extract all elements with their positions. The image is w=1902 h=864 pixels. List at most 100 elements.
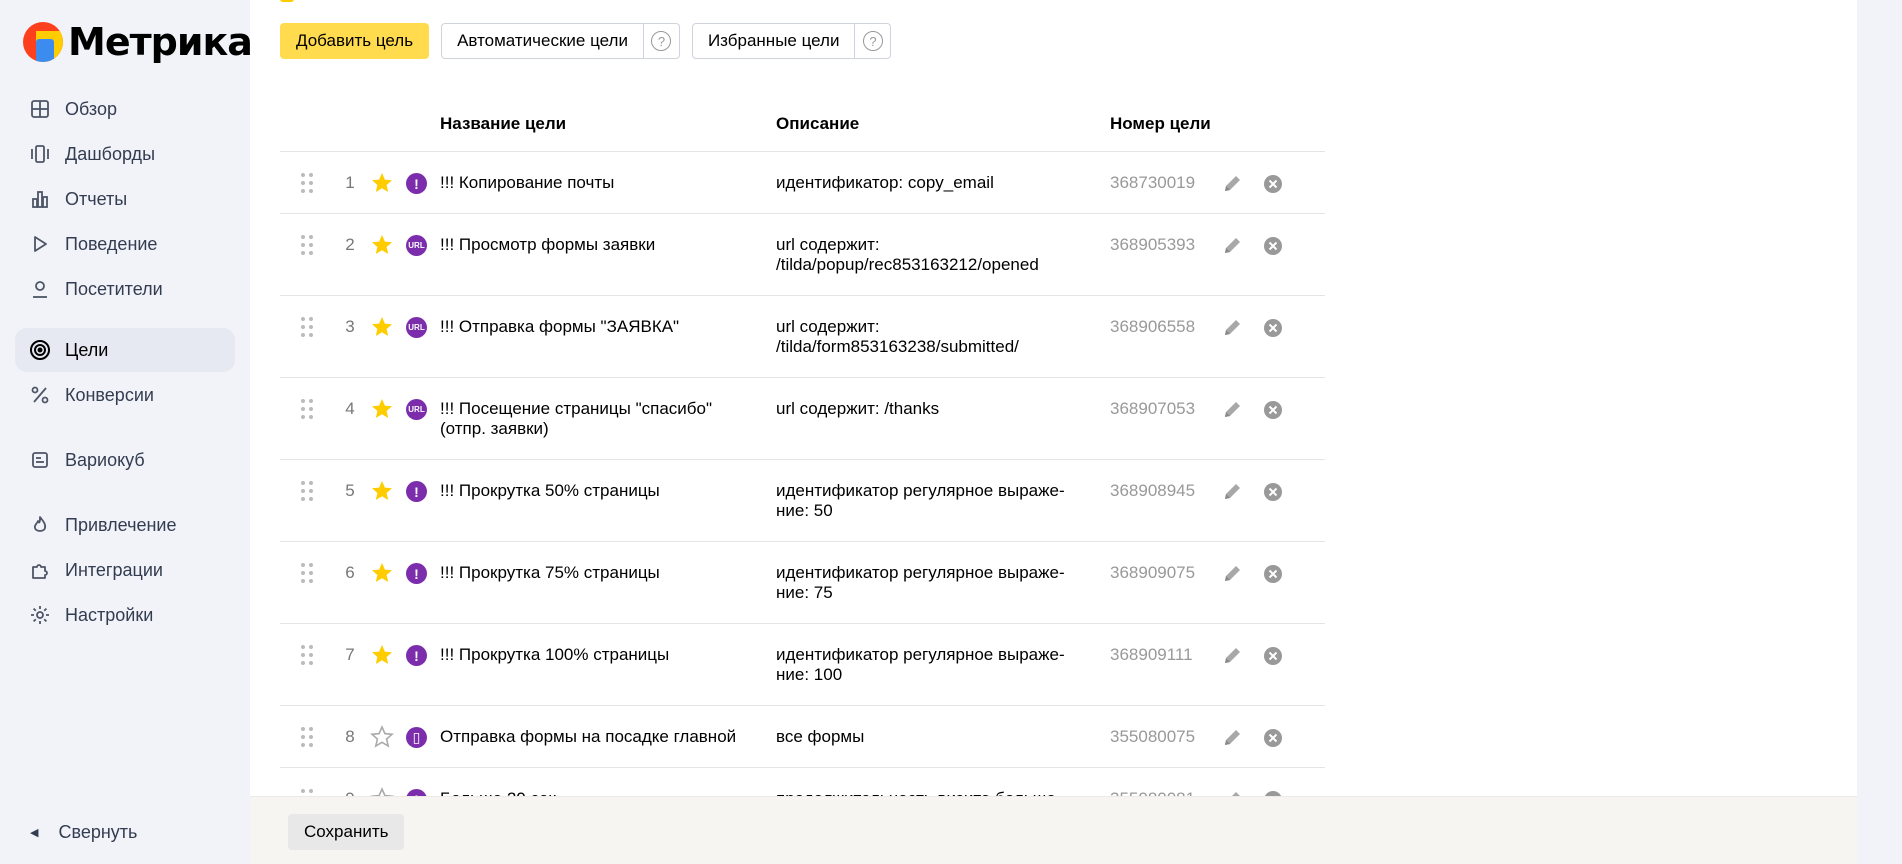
auto-goals-button[interactable]: Автоматические цели [441, 23, 644, 59]
favorite-goals-help-button[interactable]: ? [855, 23, 892, 59]
goal-name: !!! Просмотр формы заявки [440, 235, 656, 254]
person-icon [29, 278, 51, 300]
drag-handle-icon[interactable] [300, 726, 314, 748]
edit-icon[interactable] [1222, 480, 1246, 504]
flame-icon [29, 514, 51, 536]
goal-number: 368909075 [1110, 563, 1196, 582]
table-row[interactable]: 3 URL !!! Отправка формы "ЗАЯВКА" url содер… [280, 296, 1325, 378]
edit-icon[interactable] [1222, 726, 1246, 750]
save-button[interactable]: Сохранить [288, 814, 405, 850]
sidebar-item-label: Посетители [65, 278, 163, 299]
sidebar-item-label: Вариокуб [65, 449, 145, 470]
header-number: Номер цели [1110, 114, 1211, 133]
edit-icon[interactable] [1222, 398, 1246, 422]
table-row[interactable]: 8 ▯ Отправка формы на посадке главной все ф… [280, 706, 1325, 768]
drag-handle-icon[interactable] [300, 172, 314, 194]
table-row[interactable]: 5! !!! Прокрутка 50% страницы идентификато… [280, 460, 1325, 542]
delete-icon[interactable] [1262, 645, 1284, 667]
table-row[interactable]: 1! !!! Копирование почты идентификатор: co… [280, 152, 1325, 214]
delete-icon[interactable] [1262, 235, 1284, 257]
star-filled-icon[interactable] [370, 643, 394, 667]
row-number: 4 [345, 399, 355, 418]
edit-icon[interactable] [1222, 562, 1246, 586]
delete-icon[interactable] [1262, 173, 1284, 195]
variocube-icon [29, 449, 51, 471]
drag-handle-icon[interactable] [300, 480, 314, 502]
edit-icon[interactable] [1222, 234, 1246, 258]
star-outline-icon[interactable] [370, 725, 394, 749]
table-header: Название цели Описание Номер цели [280, 100, 1325, 152]
goal-number: 368907053 [1110, 399, 1196, 418]
star-filled-icon[interactable] [370, 561, 394, 585]
row-number: 7 [345, 645, 355, 664]
drag-handle-icon[interactable] [300, 316, 314, 338]
sidebar-item-label: Привлечение [65, 514, 177, 535]
auto-goals-help-button[interactable]: ? [643, 23, 680, 59]
sidebar-item-conversions[interactable]: Конверсии [15, 373, 235, 417]
collapse-label: Свернуть [58, 822, 138, 842]
delete-icon[interactable] [1262, 727, 1284, 749]
favorite-goals-button[interactable]: Избранные цели [691, 23, 856, 59]
drag-handle-icon[interactable] [300, 398, 314, 420]
delete-icon[interactable] [1262, 563, 1284, 585]
star-filled-icon[interactable] [370, 397, 394, 421]
star-filled-icon[interactable] [370, 315, 394, 339]
star-filled-icon[interactable] [370, 479, 394, 503]
delete-icon[interactable] [1262, 481, 1284, 503]
sidebar-item-acquisition[interactable]: Привлечение [15, 503, 235, 547]
row-number: 6 [345, 563, 355, 582]
sidebar-item-goals[interactable]: Цели [15, 328, 235, 372]
footer-bar: Сохранить [250, 796, 1857, 864]
goal-type-url-icon: URL [406, 399, 427, 420]
sidebar-item-visitors[interactable]: Посетители [15, 267, 235, 311]
edit-icon[interactable] [1222, 316, 1246, 340]
puzzle-icon [29, 559, 51, 581]
table-row[interactable]: 6! !!! Прокрутка 75% страницы идентификато… [280, 542, 1325, 624]
sidebar-item-variocube[interactable]: Вариокуб [15, 438, 235, 482]
add-goal-button[interactable]: Добавить цель [280, 23, 430, 59]
row-number: 1 [345, 173, 355, 192]
edit-icon[interactable] [1222, 172, 1246, 196]
table-row[interactable]: 7! !!! Прокрутка 100% страницы идентификат… [280, 624, 1325, 706]
goal-type-url-icon: URL [406, 317, 427, 338]
star-filled-icon[interactable] [370, 171, 394, 195]
header-description: Описание [776, 114, 860, 133]
logo[interactable]: Метрика [22, 20, 253, 64]
drag-handle-icon[interactable] [300, 644, 314, 666]
delete-icon[interactable] [1262, 317, 1284, 339]
table-row[interactable]: 4 URL !!! Посещение страницы "спасибо" (от… [280, 378, 1325, 460]
gear-icon [29, 604, 51, 626]
collapse-button[interactable]: ◀ Свернуть [30, 822, 137, 843]
sidebar-item-behavior[interactable]: Поведение [15, 222, 235, 266]
goal-description: все формы [776, 727, 865, 746]
option-checkbox[interactable] [280, 0, 294, 2]
goal-description: идентификатор: copy_email [776, 173, 994, 192]
target-icon [29, 339, 51, 361]
sidebar-item-settings[interactable]: Настройки [15, 593, 235, 637]
delete-icon[interactable] [1262, 399, 1284, 421]
row-number: 8 [345, 727, 355, 746]
grid-icon [29, 98, 51, 120]
sidebar-item-label: Отчеты [65, 188, 128, 209]
goal-number: 368909111 [1110, 645, 1193, 664]
star-filled-icon[interactable] [370, 233, 394, 257]
row-number: 5 [345, 481, 355, 500]
drag-handle-icon[interactable] [300, 234, 314, 256]
sidebar-item-integrations[interactable]: Интеграции [15, 548, 235, 592]
sidebar-item-label: Дашборды [65, 143, 155, 164]
edit-icon[interactable] [1222, 644, 1246, 668]
goal-number: 368730019 [1110, 173, 1196, 192]
question-icon: ? [651, 31, 672, 51]
goal-name: !!! Отправка формы "ЗАЯВКА" [440, 317, 680, 336]
sidebar-item-overview[interactable]: Обзор [15, 87, 235, 131]
auto-goals-group: Автоматические цели ? [441, 23, 680, 59]
sidebar-item-reports[interactable]: Отчеты [15, 177, 235, 221]
sidebar-item-label: Цели [65, 339, 109, 360]
goal-name: !!! Копирование почты [440, 173, 615, 192]
play-icon [29, 233, 51, 255]
drag-handle-icon[interactable] [300, 562, 314, 584]
table-row[interactable]: 2 URL !!! Просмотр формы заявки url содержи… [280, 214, 1325, 296]
goal-number: 368906558 [1110, 317, 1196, 336]
sidebar-item-dashboards[interactable]: Дашборды [15, 132, 235, 176]
goal-description: url содержит: /thanks [776, 399, 940, 418]
